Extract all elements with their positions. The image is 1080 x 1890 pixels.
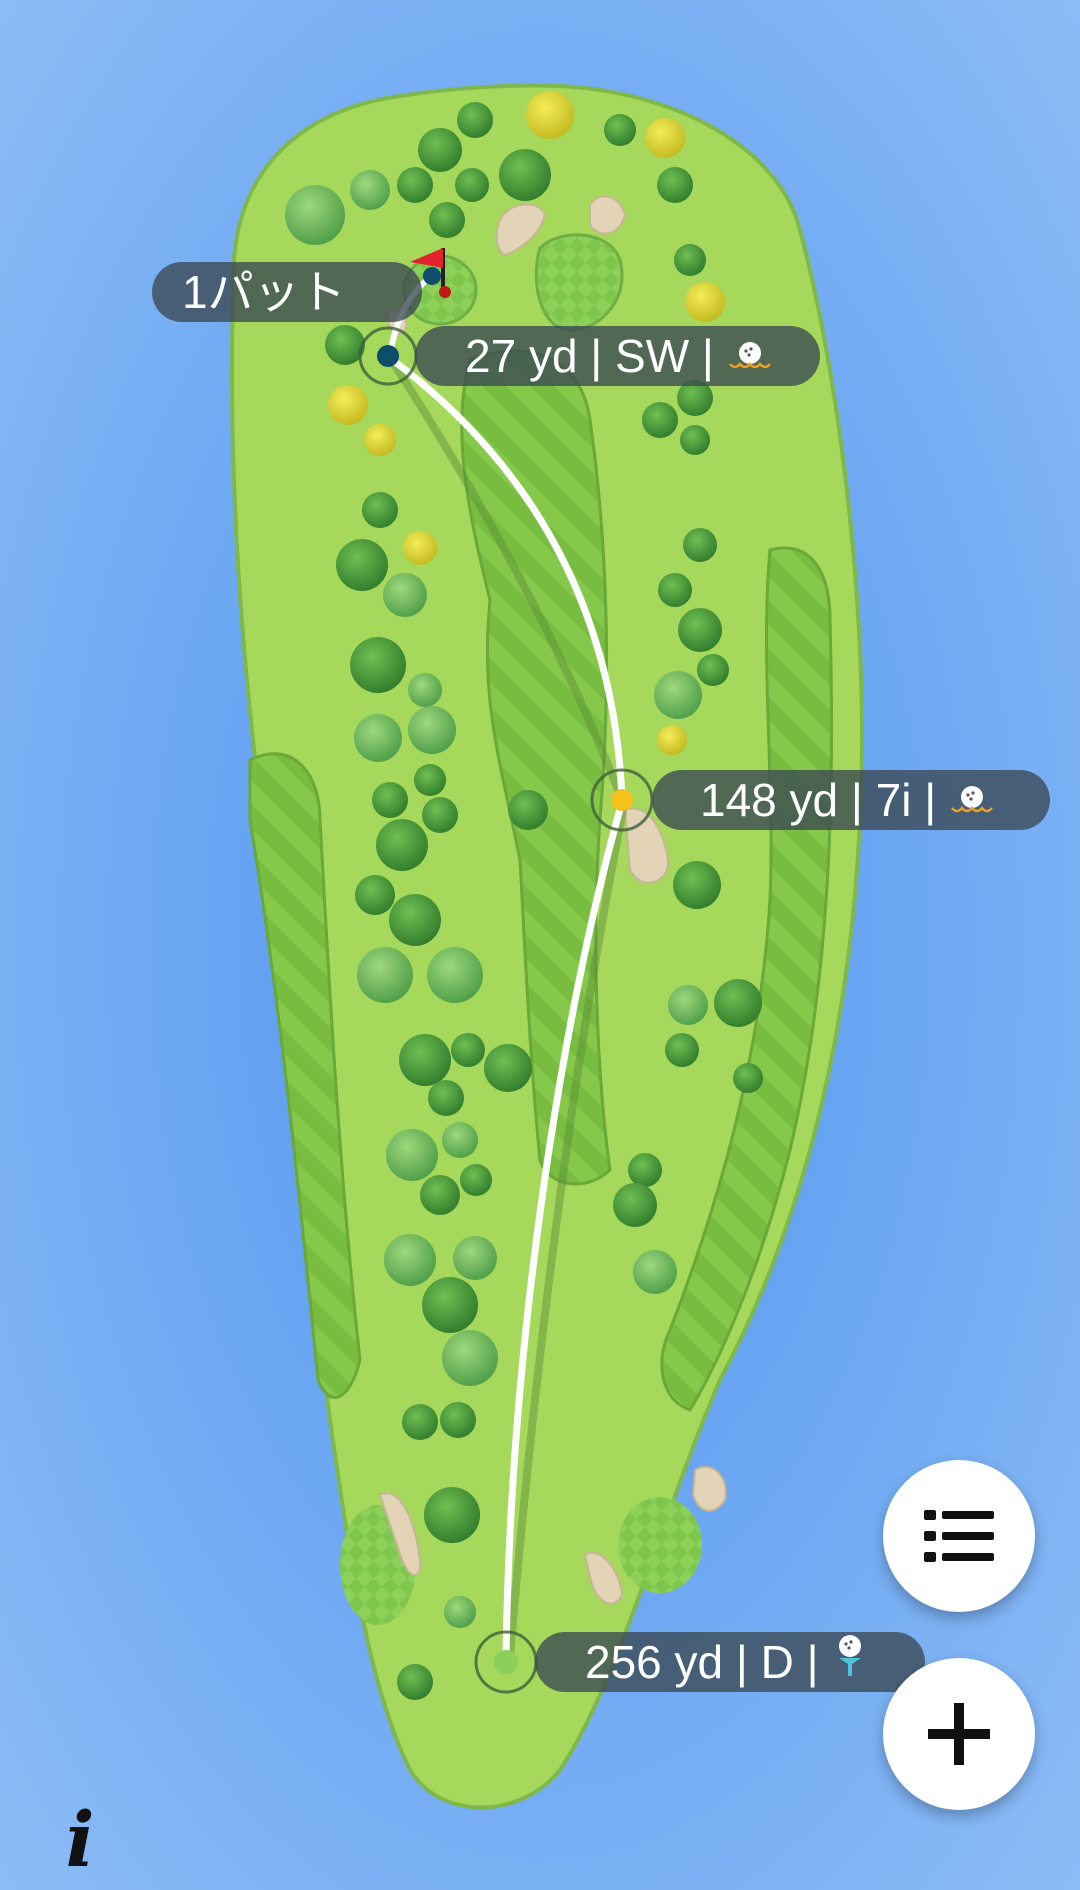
shot-marker-third <box>377 345 399 367</box>
putts-label[interactable]: 1パット <box>152 262 422 322</box>
green-lower-right <box>618 1497 702 1593</box>
putts-text: 1パット <box>182 266 346 318</box>
info-button[interactable]: i <box>50 1800 110 1880</box>
shot-list-button[interactable] <box>883 1460 1035 1612</box>
shot-label-third[interactable]: 27 yd | SW | <box>415 326 820 386</box>
shot-label-text: 27 yd | SW | <box>465 330 714 382</box>
ball-on-fairway-icon <box>728 326 772 386</box>
tee-icon <box>833 1632 867 1692</box>
shot-label-second[interactable]: 148 yd | 7i | <box>652 770 1050 830</box>
shot-label-text: 256 yd | D | <box>585 1636 819 1688</box>
list-icon <box>924 1510 994 1562</box>
shot-label-tee[interactable]: 256 yd | D | <box>535 1632 925 1692</box>
bunker <box>691 1465 727 1512</box>
shot-marker-second <box>611 789 633 811</box>
shot-marker-tee <box>494 1650 518 1674</box>
ball-on-fairway-icon <box>950 770 994 830</box>
shot-label-text: 148 yd | 7i | <box>700 774 937 826</box>
plus-icon <box>928 1703 990 1765</box>
add-shot-button[interactable] <box>883 1658 1035 1810</box>
